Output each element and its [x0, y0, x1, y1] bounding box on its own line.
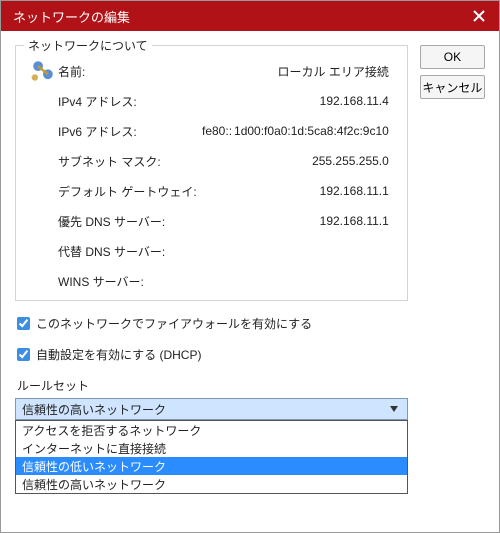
network-icon	[28, 58, 58, 84]
cancel-button[interactable]: キャンセル	[420, 75, 485, 99]
ruleset-dropdown[interactable]: 信頼性の高いネットワーク アクセスを拒否するネットワークインターネットに直接接続…	[15, 398, 408, 420]
row-gateway: デフォルト ゲートウェイ: 192.168.11.1	[28, 176, 395, 206]
dhcp-check-row: 自動設定を有効にする (DHCP)	[17, 346, 408, 363]
dns2-label: 代替 DNS サーバー:	[58, 243, 202, 260]
gateway-value: 192.168.11.1	[202, 184, 395, 198]
ok-button[interactable]: OK	[420, 45, 485, 69]
ipv6-prefix: fe80::	[202, 124, 232, 138]
dhcp-label: 自動設定を有効にする (DHCP)	[36, 346, 201, 363]
side-column: OK キャンセル	[420, 45, 485, 532]
titlebar: ネットワークの編集	[1, 1, 499, 31]
row-ipv4: IPv4 アドレス: 192.168.11.4	[28, 86, 395, 116]
subnet-label: サブネット マスク:	[58, 153, 202, 170]
row-dns1: 優先 DNS サーバー: 192.168.11.1	[28, 206, 395, 236]
dhcp-checkbox[interactable]	[17, 348, 30, 361]
close-button[interactable]	[465, 5, 493, 27]
ipv4-value: 192.168.11.4	[202, 94, 395, 108]
dialog-window: ネットワークの編集 ネットワークについて 名前: ローカル エリア接続 IPv4…	[0, 0, 500, 533]
wins-label: WINS サーバー:	[58, 273, 202, 290]
row-dns2: 代替 DNS サーバー:	[28, 236, 395, 266]
dns1-value: 192.168.11.1	[202, 214, 395, 228]
ruleset-selected-text: 信頼性の高いネットワーク	[22, 401, 387, 418]
dns1-label: 優先 DNS サーバー:	[58, 213, 202, 230]
ruleset-selected[interactable]: 信頼性の高いネットワーク	[15, 398, 408, 420]
ipv6-label: IPv6 アドレス:	[58, 123, 202, 140]
firewall-check-row: このネットワークでファイアウォールを有効にする	[17, 315, 408, 332]
window-title: ネットワークの編集	[13, 7, 465, 26]
name-value: ローカル エリア接続	[202, 63, 395, 80]
chevron-down-icon	[387, 406, 401, 412]
row-subnet: サブネット マスク: 255.255.255.0	[28, 146, 395, 176]
ruleset-option[interactable]: 信頼性の高いネットワーク	[16, 475, 407, 493]
ruleset-option[interactable]: 信頼性の低いネットワーク	[16, 457, 407, 475]
subnet-value: 255.255.255.0	[202, 154, 395, 168]
ruleset-label: ルールセット	[17, 377, 408, 394]
firewall-label: このネットワークでファイアウォールを有効にする	[36, 315, 312, 332]
close-icon	[473, 10, 485, 22]
gateway-label: デフォルト ゲートウェイ:	[58, 183, 202, 200]
ruleset-option[interactable]: インターネットに直接接続	[16, 439, 407, 457]
row-name: 名前: ローカル エリア接続	[28, 56, 395, 86]
row-ipv6: IPv6 アドレス: fe80:: 1d00:f0a0:1d:5ca8:4f2c…	[28, 116, 395, 146]
network-info-fieldset: ネットワークについて 名前: ローカル エリア接続 IPv4 アドレス: 192…	[15, 45, 408, 301]
dialog-body: ネットワークについて 名前: ローカル エリア接続 IPv4 アドレス: 192…	[1, 31, 499, 532]
ipv6-hidden: 1d00:f0a0:1d:5ca8:4f2c:9c10	[234, 124, 389, 138]
fieldset-legend: ネットワークについて	[24, 37, 152, 54]
main-column: ネットワークについて 名前: ローカル エリア接続 IPv4 アドレス: 192…	[15, 45, 408, 532]
ipv4-label: IPv4 アドレス:	[58, 93, 202, 110]
row-wins: WINS サーバー:	[28, 266, 395, 296]
ruleset-dropdown-list: アクセスを拒否するネットワークインターネットに直接接続信頼性の低いネットワーク信…	[15, 420, 408, 494]
ruleset-option[interactable]: アクセスを拒否するネットワーク	[16, 421, 407, 439]
firewall-checkbox[interactable]	[17, 317, 30, 330]
name-label: 名前:	[58, 63, 202, 80]
